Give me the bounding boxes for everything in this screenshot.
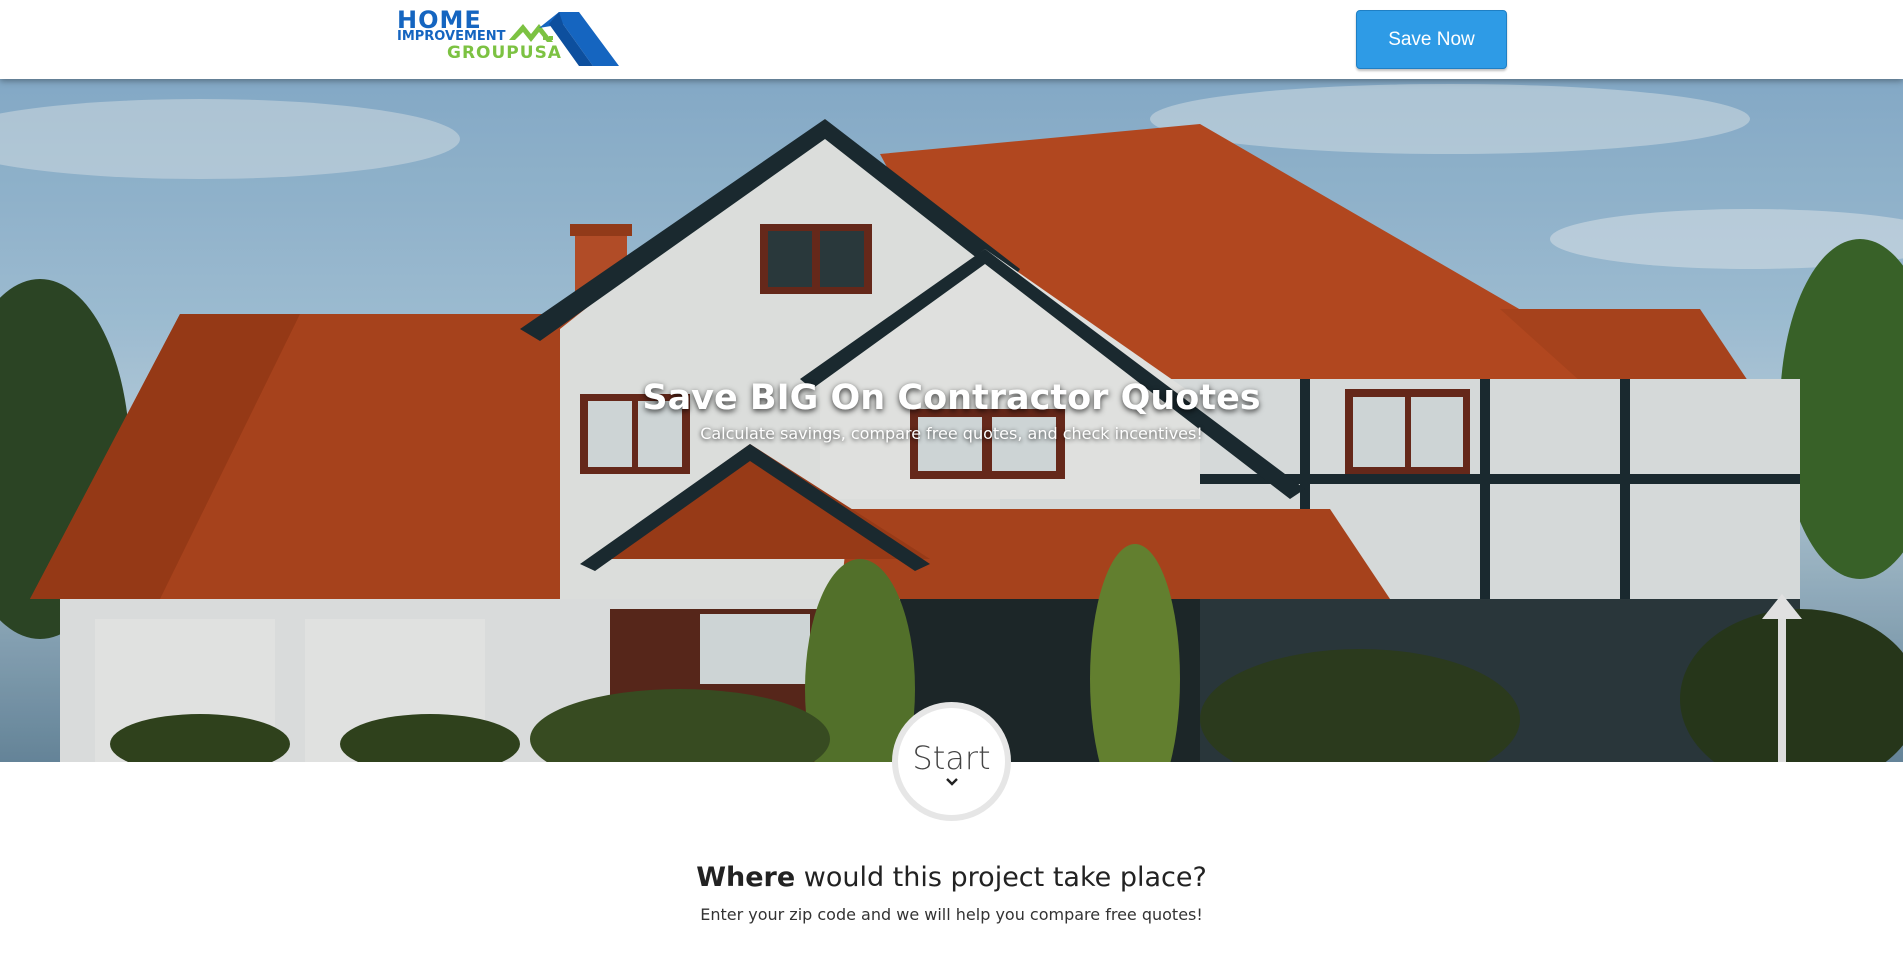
chevron-down-icon [945, 777, 958, 786]
hero-banner: Save BIG On Contractor Quotes Calculate … [0, 79, 1903, 762]
site-header: HOME IMPROVEMENT GROUPUSA Save Now [0, 0, 1903, 79]
logo-text-improvement: IMPROVEMENT [397, 29, 506, 44]
hero-subtitle: Calculate savings, compare free quotes, … [700, 424, 1203, 443]
save-now-button[interactable]: Save Now [1356, 10, 1507, 69]
house-roof-icon [509, 12, 619, 66]
start-label: Start [912, 738, 991, 777]
hero-title: Save BIG On Contractor Quotes [642, 378, 1261, 418]
zip-question-heading: Where would this project take place? [0, 862, 1903, 893]
question-bold-word: Where [696, 862, 796, 893]
start-button[interactable]: Start [892, 702, 1011, 821]
home-improvement-group-usa-logo[interactable]: HOME IMPROVEMENT GROUPUSA [397, 8, 622, 66]
question-rest: would this project take place? [795, 862, 1207, 893]
zip-question-subtitle: Enter your zip code and we will help you… [700, 905, 1203, 924]
hero-house-image [0, 79, 1903, 762]
